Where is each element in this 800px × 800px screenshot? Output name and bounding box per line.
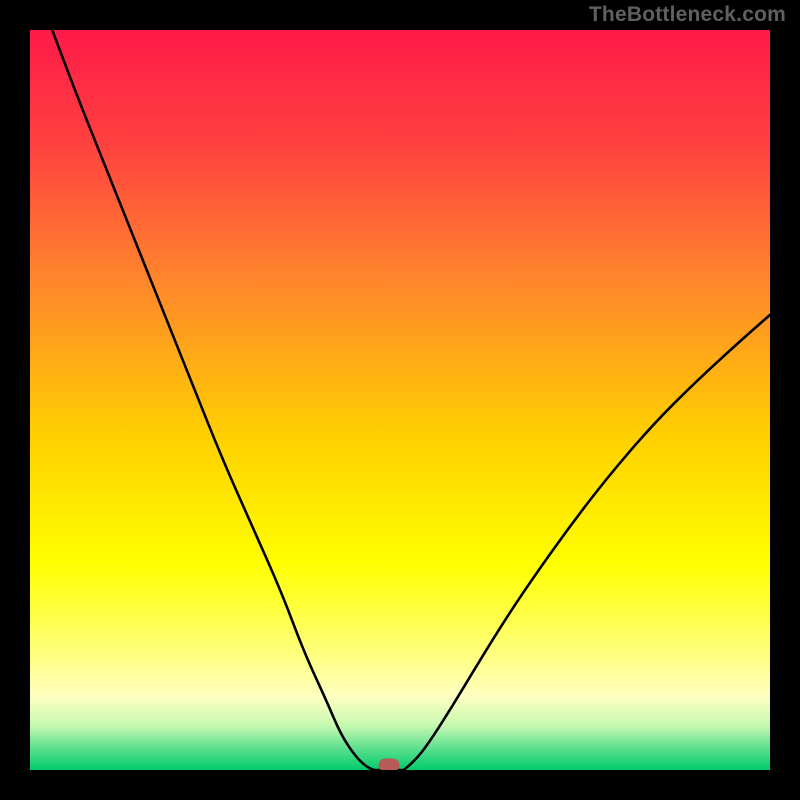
bottleneck-curve (30, 30, 770, 770)
watermark-text: TheBottleneck.com (589, 3, 786, 27)
optimal-point-marker (378, 758, 399, 770)
chart-frame: TheBottleneck.com (0, 0, 800, 800)
plot-area (30, 30, 770, 770)
